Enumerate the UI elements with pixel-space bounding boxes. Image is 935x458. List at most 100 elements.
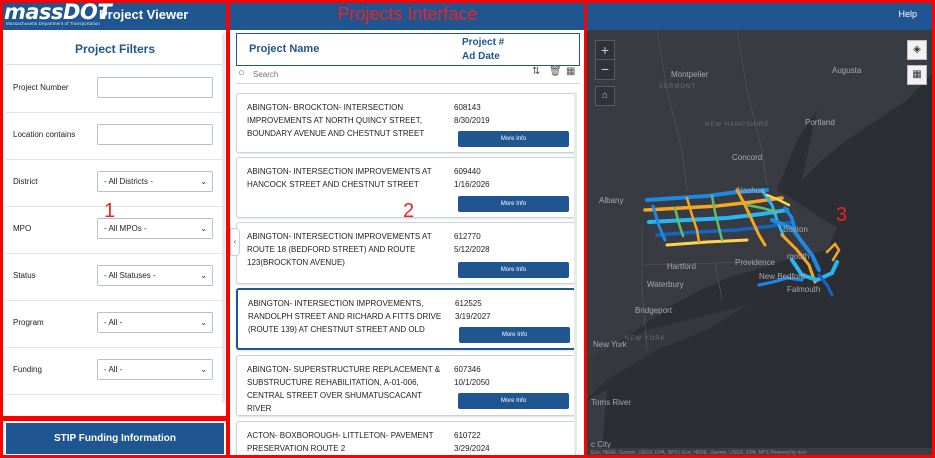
status-select[interactable]: - All Statuses - ⌄ (97, 265, 213, 286)
zoom-control: + − (595, 40, 615, 80)
trash-icon[interactable]: 🗑 (549, 66, 562, 77)
project-card-selected[interactable]: ABINGTON- INTERSECTION IMPROVEMENTS, RAN… (236, 288, 576, 350)
massdot-logo: massDOT (4, 0, 112, 24)
help-link[interactable]: Help (898, 9, 917, 19)
search-icon: ○ (238, 67, 245, 79)
project-number: 608143 8/30/2019 (454, 103, 490, 125)
chevron-down-icon: ⌄ (200, 224, 207, 233)
map-label-montpelier: Montpelier (671, 70, 709, 79)
filter-program: Program - All - ⌄ (6, 301, 224, 348)
map-label-waterbury: Waterbury (647, 280, 684, 289)
chevron-down-icon: ⌄ (200, 365, 207, 374)
filter-label: Status (13, 271, 36, 280)
chevron-down-icon: ⌄ (200, 318, 207, 327)
project-number: 612770 5/12/2028 (454, 232, 490, 254)
project-number-column[interactable]: Project # Ad Date (462, 36, 504, 64)
filter-status: Status - All Statuses - ⌄ (6, 254, 224, 301)
project-number: 610722 3/29/2024 (454, 431, 490, 453)
project-name: ABINGTON- SUPERSTRUCTURE REPLACEMENT & S… (247, 365, 441, 413)
project-name: ABINGTON- INTERSECTION IMPROVEMENTS, RAN… (248, 299, 442, 334)
project-card[interactable]: ABINGTON- SUPERSTRUCTURE REPLACEMENT & S… (236, 355, 576, 416)
project-card[interactable]: ABINGTON- BROCKTON- INTERSECTION IMPROVE… (236, 93, 576, 153)
project-number: 607346 10/1/2050 (454, 365, 490, 387)
more-info-button[interactable]: More Info (458, 131, 569, 147)
sort-icon[interactable]: ⇅ (532, 66, 540, 77)
filters-scrollbar[interactable] (222, 33, 225, 403)
stip-funding-button[interactable]: STIP Funding Information (6, 423, 224, 454)
middle-header-bar: Projects Interface (230, 0, 585, 30)
district-select[interactable]: - All Districts - ⌄ (97, 171, 213, 192)
search-row: ○ ⇅ 🗑 ▦ (236, 66, 580, 84)
select-value: - All Statuses - (104, 271, 156, 280)
projects-panel: Projects Interface Project Name Project … (230, 0, 585, 458)
project-number-input[interactable] (97, 77, 213, 98)
more-info-button[interactable]: More Info (459, 327, 570, 343)
filter-label: MPO (13, 224, 32, 233)
annotation-number-2: 2 (403, 200, 415, 222)
filters-panel: massDOT Massachusetts Department of Tran… (0, 0, 228, 458)
project-number-header: Project # (462, 37, 505, 48)
map-label-portland: Portland (805, 118, 835, 127)
annotation-number-3: 3 (836, 204, 848, 226)
map-label-hartford: Hartford (667, 262, 696, 271)
right-header-bar: Help (587, 0, 935, 30)
zoom-out-button[interactable]: − (596, 60, 614, 79)
program-select[interactable]: - All - ⌄ (97, 312, 213, 333)
chevron-down-icon: ⌄ (200, 271, 207, 280)
project-number: 609440 1/16/2026 (454, 167, 490, 189)
map-label-providence: Providence (735, 258, 776, 267)
map-label-augusta: Augusta (832, 66, 862, 75)
project-name-column[interactable]: Project Name (249, 43, 319, 55)
funding-select[interactable]: - All - ⌄ (97, 359, 213, 380)
layers-icon[interactable]: ◈ (907, 40, 927, 60)
more-info-button[interactable]: More Info (458, 196, 569, 212)
map-label-new-york: New York (593, 340, 627, 349)
map-label-new-york-state: NEW YORK (625, 336, 666, 342)
projects-scrollbar[interactable] (574, 92, 577, 452)
project-name: ABINGTON- INTERSECTION IMPROVEMENTS AT H… (247, 167, 432, 189)
more-info-button[interactable]: More Info (458, 393, 569, 409)
map-label-toms-river: Toms River (591, 398, 632, 407)
project-name: ABINGTON- INTERSECTION IMPROVEMENTS AT R… (247, 232, 432, 267)
map-label-new-bedford: New Bedford (759, 272, 806, 281)
filter-label: District (13, 177, 38, 186)
map-label-new-hampshire: NEW HAMPSHIRE (705, 122, 770, 128)
map-label-plymouth: mouth (787, 252, 810, 261)
map-label-bridgeport: Bridgeport (635, 306, 672, 315)
map-label-albany: Albany (599, 196, 624, 205)
filter-location: Location contains (6, 113, 224, 160)
filter-label: Location contains (13, 130, 76, 139)
map-label-nashua: Nashua (737, 186, 765, 195)
list-header: Project Name Project # Ad Date (236, 33, 580, 66)
select-value: - All MPOs - (104, 224, 147, 233)
zoom-in-button[interactable]: + (596, 41, 614, 60)
filter-label: Project Number (13, 83, 69, 92)
select-value: - All - (104, 365, 123, 374)
map-label-boston: Boston (783, 225, 808, 234)
select-value: - All Districts - (104, 177, 153, 186)
project-card[interactable]: ACTON- BOXBOROUGH- LITTLETON- PAVEMENT P… (236, 421, 576, 458)
map-label-concord: Concord (732, 153, 763, 162)
chevron-down-icon: ⌄ (200, 177, 207, 186)
map-label-vermont: VERMONT (659, 84, 696, 90)
map-canvas[interactable] (587, 30, 935, 448)
search-input[interactable] (253, 67, 513, 82)
map-label-falmouth: Falmouth (787, 285, 821, 294)
left-header-bar: massDOT Massachusetts Department of Tran… (0, 0, 228, 30)
select-value: - All - (104, 318, 123, 327)
location-input[interactable] (97, 124, 213, 145)
collapse-panel-chevron-left-icon[interactable]: ‹ (230, 228, 240, 256)
project-number: 612525 3/19/2027 (455, 299, 491, 321)
ad-date-header: Ad Date (462, 51, 500, 62)
map-panel[interactable]: Help Montpelier VERMONT Augusta NEW HAMP… (587, 0, 935, 458)
qr-code-icon[interactable]: ▦ (907, 65, 927, 85)
panel-title: Projects Interface (337, 4, 478, 24)
home-icon[interactable]: ⌂ (595, 86, 615, 106)
grid-icon[interactable]: ▦ (566, 66, 575, 77)
filter-label: Funding (13, 365, 42, 374)
project-name: ABINGTON- BROCKTON- INTERSECTION IMPROVE… (247, 103, 425, 138)
project-card[interactable]: ABINGTON- INTERSECTION IMPROVEMENTS AT R… (236, 222, 576, 284)
app-title: Project Viewer (99, 7, 189, 22)
more-info-button[interactable]: More Info (458, 262, 569, 278)
filter-project-number: Project Number (6, 66, 224, 113)
